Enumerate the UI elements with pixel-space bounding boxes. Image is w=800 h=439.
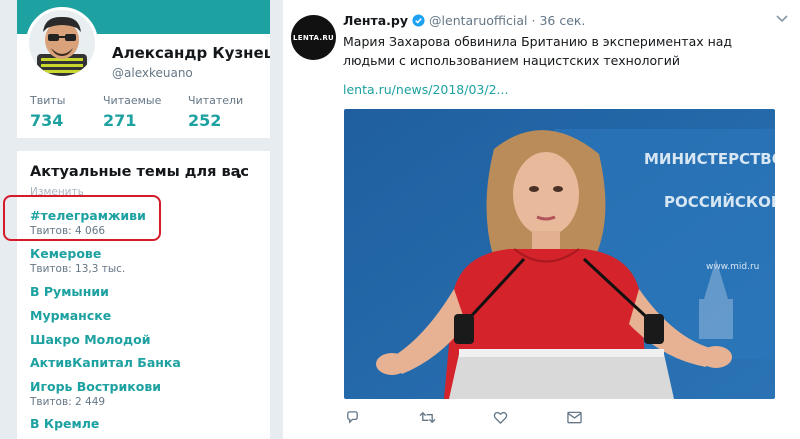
tweet-handle[interactable]: @lentaruofficial [429,13,527,28]
stat-value: 252 [188,111,222,130]
trend-item[interactable]: В Кремле [30,416,99,431]
tweet-time[interactable]: 36 сек. [539,13,585,28]
reply-button[interactable] [345,408,419,426]
like-button[interactable] [493,408,567,426]
trend-item[interactable]: Мурманске [30,308,111,323]
trend-item[interactable]: Шакро Молодой [30,332,150,347]
tweet-image[interactable]: МИНИСТЕРСТВО ИНОСТРАННЫХ ДЕЛ РОССИЙСКОЙ … [344,109,775,399]
tweet-link[interactable]: lenta.ru/news/2018/03/2... [343,82,508,97]
tweet-header: Лента.ру @lentaruofficial · 36 сек. [343,13,585,28]
avatar-image [29,10,95,76]
verified-icon [412,14,425,27]
profile-name[interactable]: Александр Кузнецов [112,44,270,62]
tweet-card[interactable]: LENTA.RU Лента.ру @lentaruofficial · 36 … [283,0,800,439]
tweet-photo: МИНИСТЕРСТВО ИНОСТРАННЫХ ДЕЛ РОССИЙСКОЙ … [344,109,775,399]
trend-count: Твитов: 2 449 [30,396,106,408]
trend-name: Игорь Вострикови [30,379,161,394]
trend-item[interactable]: Игорь Вострикови Твитов: 2 449 [30,379,161,408]
trend-name: Кемерове [30,246,102,261]
trend-name: АктивКапитал Банка [30,355,181,370]
tweet-avatar[interactable]: LENTA.RU [291,15,336,60]
stat-tweets[interactable]: Твиты 734 [30,94,103,130]
trends-title: Актуальные темы для вас [30,164,250,180]
trend-name: В Кремле [30,416,100,431]
stat-followers[interactable]: Читатели 252 [188,94,261,130]
image-sign-line-2: РОССИЙСКОЙ ФЕДЕРАЦИИ [664,192,775,211]
like-icon [493,411,508,424]
stat-label: Читатели [188,94,244,107]
profile-card: Александр Кузнецов @alexkeuano Твиты 734… [17,0,270,138]
trend-item[interactable]: В Румынии [30,284,109,299]
profile-stats: Твиты 734 Читаемые 271 Читатели 252 [30,94,261,130]
reply-icon [347,410,358,424]
tweet-text: Мария Захарова обвинила Британию в экспе… [343,34,733,68]
trend-name: Мурманске [30,308,112,323]
avatar[interactable] [26,7,98,79]
image-sign-line-1: МИНИСТЕРСТВО ИНОСТРАННЫХ ДЕЛ [644,150,775,168]
retweet-icon [419,411,436,423]
highlight-annotation [3,195,161,241]
trend-name: В Румынии [30,284,109,299]
trend-count: Твитов: 13,3 тыс. [30,263,126,275]
message-button[interactable] [567,408,641,426]
stat-label: Твиты [30,94,66,107]
trend-item[interactable]: АктивКапитал Банка [30,355,181,370]
trend-name: Шакро Молодой [30,332,151,347]
separator-dot: · [531,13,536,28]
caret-down-icon[interactable] [776,14,788,24]
trend-item[interactable]: Кемерове Твитов: 13,3 тыс. [30,246,125,275]
tweet-author[interactable]: Лента.ру [343,13,408,28]
stat-following[interactable]: Читаемые 271 [103,94,188,130]
profile-handle[interactable]: @alexkeuano [112,66,193,80]
stat-value: 271 [103,111,137,130]
stat-label: Читаемые [103,94,162,107]
tweet-actions [345,408,641,426]
retweet-button[interactable] [419,408,493,426]
separator-dot [237,174,241,178]
stat-value: 734 [30,111,64,130]
message-icon [567,411,582,423]
